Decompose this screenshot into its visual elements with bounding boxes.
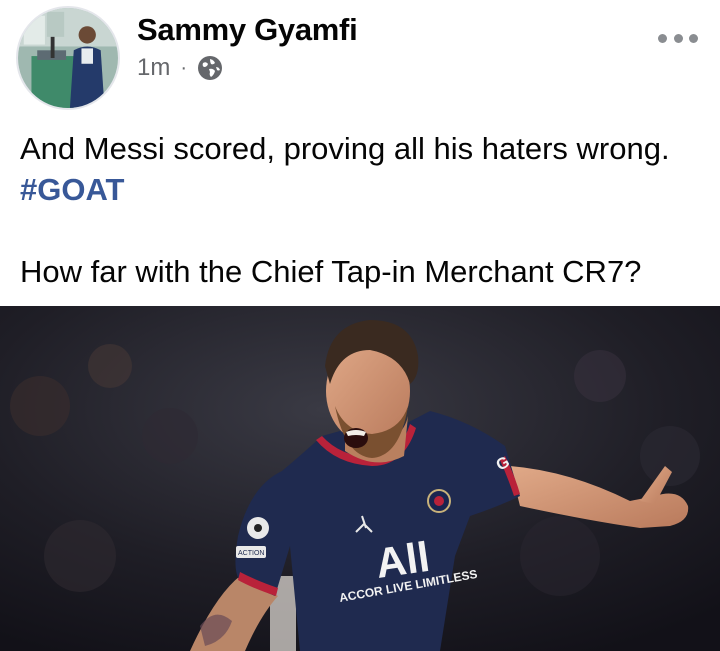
sleeve-patch-text: ACTION bbox=[238, 550, 264, 557]
author-avatar[interactable] bbox=[16, 6, 120, 110]
post-photo[interactable]: ACTION All ACCOR LIVE LIMITLESS G bbox=[0, 306, 720, 651]
post-header: Sammy Gyamfi 1m · bbox=[0, 0, 720, 118]
post-text-paragraph-2: How far with the Chief Tap-in Merchant C… bbox=[20, 254, 642, 289]
avatar-image bbox=[18, 8, 118, 108]
globe-icon[interactable] bbox=[197, 55, 223, 81]
player-celebration-image: ACTION All ACCOR LIVE LIMITLESS G bbox=[0, 306, 720, 651]
post-text: And Messi scored, proving all his haters… bbox=[20, 128, 710, 292]
post-timestamp[interactable]: 1m bbox=[137, 54, 170, 82]
more-dots-icon bbox=[658, 33, 667, 43]
post-meta: 1m · bbox=[137, 53, 223, 83]
author-name[interactable]: Sammy Gyamfi bbox=[137, 12, 358, 48]
post-text-line: And Messi scored, proving all his haters… bbox=[20, 131, 670, 166]
more-options-button[interactable] bbox=[658, 24, 698, 52]
post-text-paragraph: And Messi scored, proving all his haters… bbox=[20, 128, 710, 210]
meta-separator: · bbox=[180, 57, 188, 79]
hashtag-link[interactable]: #GOAT bbox=[20, 172, 125, 207]
